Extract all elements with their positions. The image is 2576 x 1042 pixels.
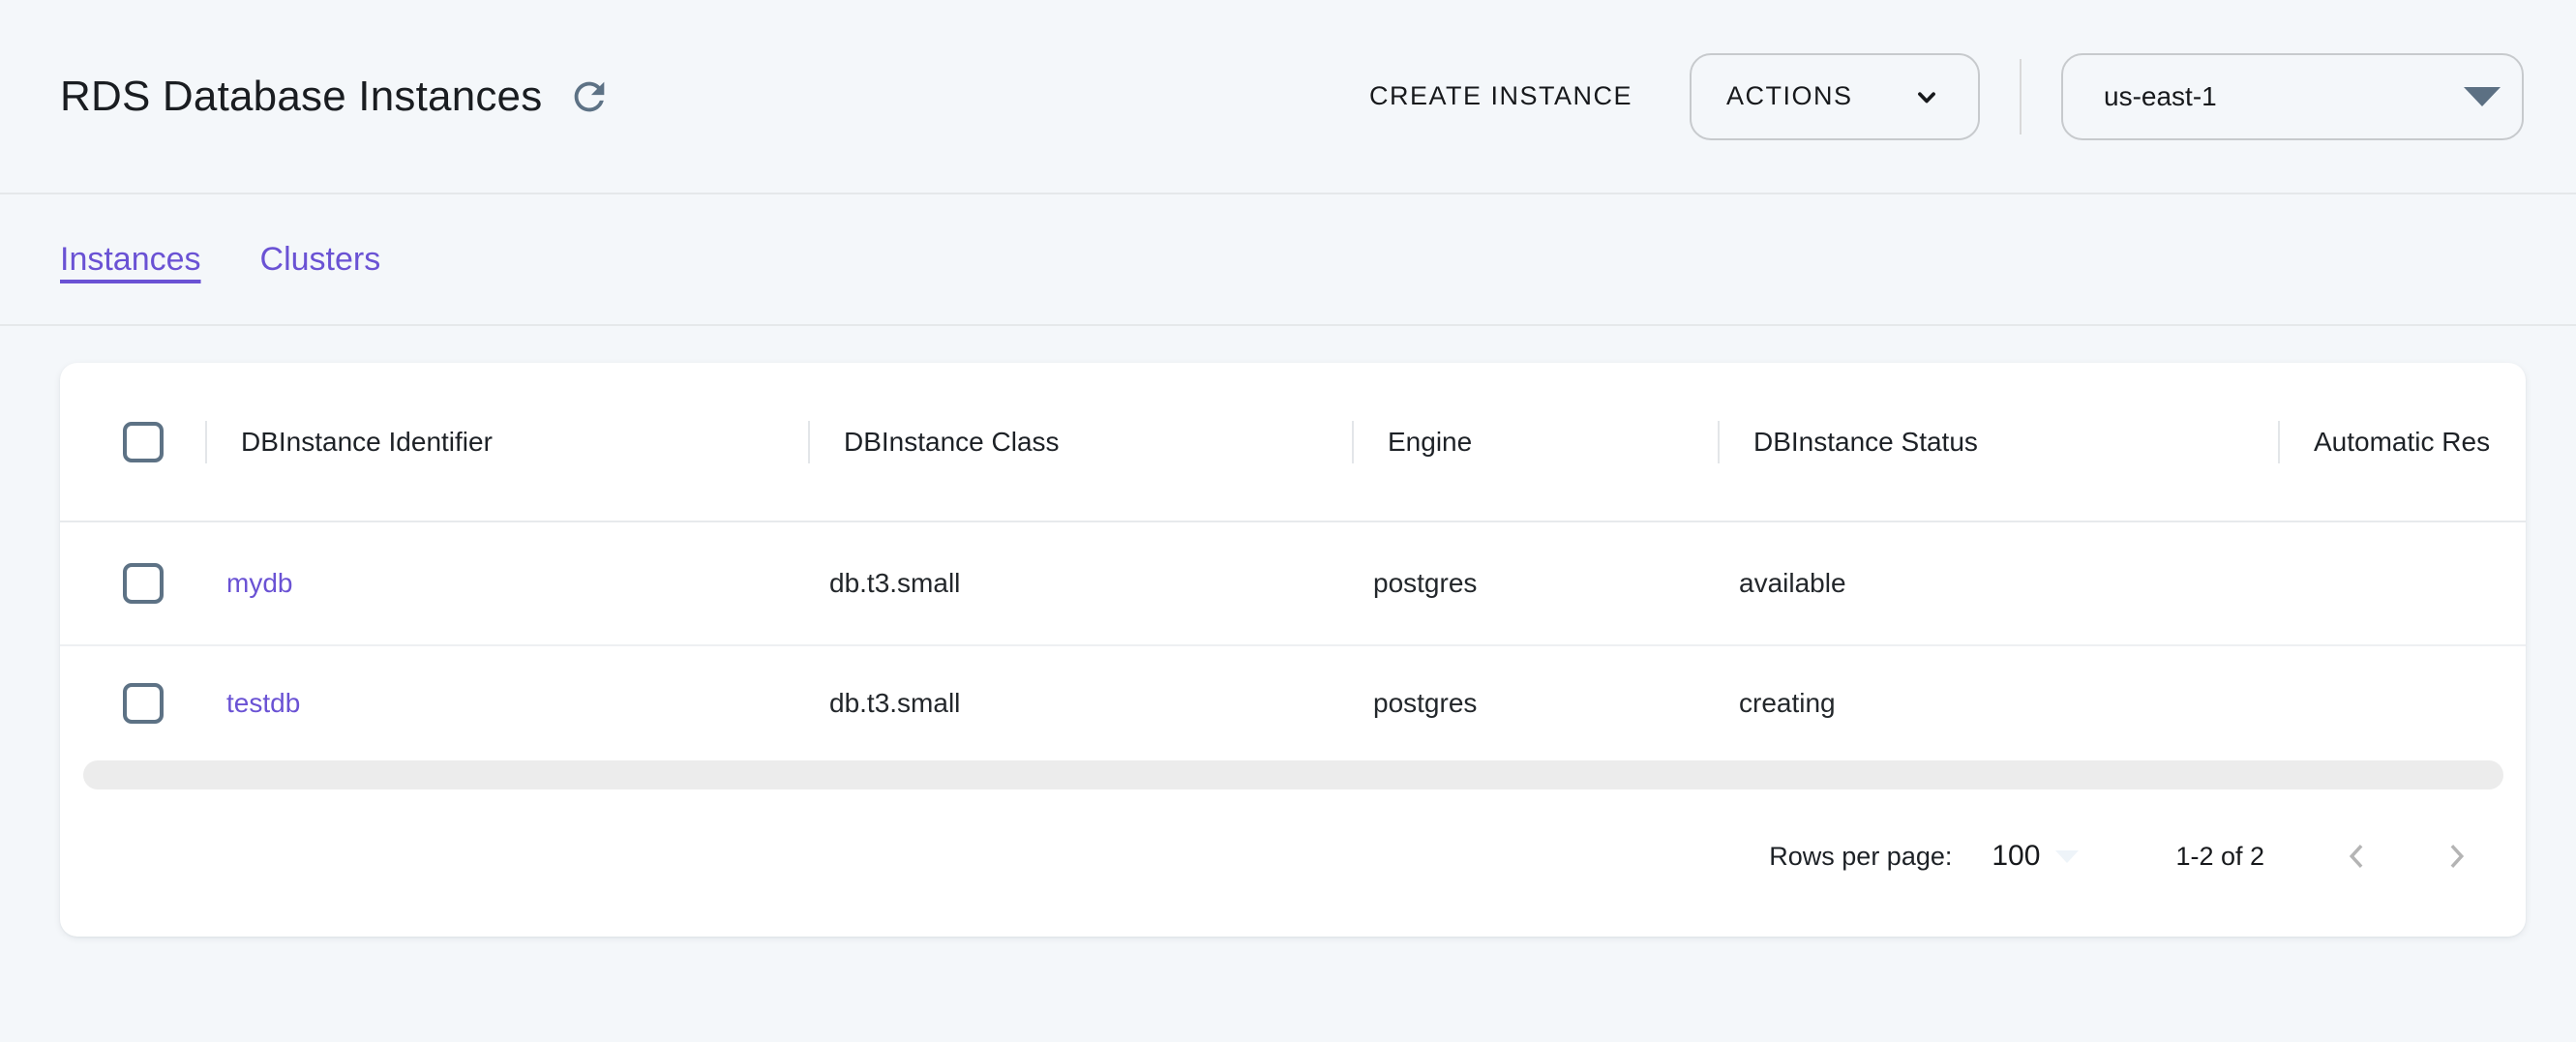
instances-table-card: DBInstance Identifier DBInstance Class E…: [60, 363, 2526, 937]
horizontal-scrollbar-track: [60, 760, 2526, 789]
caret-down-icon: [2055, 850, 2079, 863]
column-header-dbinstance-class: DBInstance Class: [808, 419, 1352, 465]
previous-page-button[interactable]: [2338, 838, 2375, 875]
cell-dbinstance-status: available: [1718, 568, 2278, 599]
cell-dbinstance-class: db.t3.small: [808, 688, 1352, 719]
horizontal-scrollbar[interactable]: [83, 760, 2503, 789]
chevron-left-icon: [2338, 838, 2375, 875]
cell-dbinstance-class: db.t3.small: [808, 568, 1352, 599]
tabbar: Instances Clusters: [0, 194, 2576, 326]
select-all-checkbox[interactable]: [123, 422, 164, 462]
actions-button[interactable]: ACTIONS: [1690, 53, 1980, 140]
column-header-dbinstance-identifier: DBInstance Identifier: [205, 419, 808, 465]
row-checkbox[interactable]: [123, 683, 164, 724]
topbar: RDS Database Instances CREATE INSTANCE A…: [0, 0, 2576, 194]
chevron-right-icon: [2439, 838, 2475, 875]
row-checkbox[interactable]: [123, 563, 164, 604]
table-header-row: DBInstance Identifier DBInstance Class E…: [60, 363, 2526, 522]
rows-per-page-select[interactable]: 100: [1992, 840, 2079, 873]
table-row: mydb db.t3.small postgres available: [60, 522, 2526, 646]
actions-button-label: ACTIONS: [1726, 81, 1910, 111]
cell-engine: postgres: [1352, 568, 1718, 599]
tab-clusters[interactable]: Clusters: [260, 241, 381, 279]
column-header-automatic-res: Automatic Res: [2278, 419, 2526, 465]
cell-identifier: mydb: [205, 568, 808, 599]
caret-down-icon: [2464, 87, 2501, 106]
column-header-engine: Engine: [1352, 419, 1718, 465]
pagination-bar: Rows per page: 100 1-2 of 2: [60, 789, 2526, 937]
page-range-label: 1-2 of 2: [2175, 842, 2264, 872]
rows-per-page-label: Rows per page:: [1769, 842, 1952, 872]
region-select-value: us-east-1: [2104, 81, 2217, 112]
toolbar-divider: [2020, 59, 2022, 134]
chevron-down-icon: [1910, 80, 1943, 113]
refresh-icon: [567, 74, 612, 119]
table-row: testdb db.t3.small postgres creating: [60, 646, 2526, 760]
instance-link-testdb[interactable]: testdb: [226, 688, 300, 718]
rows-per-page-value: 100: [1992, 840, 2040, 873]
cell-identifier: testdb: [205, 688, 808, 719]
cell-engine: postgres: [1352, 688, 1718, 719]
page-title: RDS Database Instances: [60, 73, 542, 121]
refresh-button[interactable]: [567, 74, 612, 119]
next-page-button[interactable]: [2439, 838, 2475, 875]
create-instance-button[interactable]: CREATE INSTANCE: [1369, 81, 1632, 111]
cell-dbinstance-status: creating: [1718, 688, 2278, 719]
tab-instances[interactable]: Instances: [60, 241, 201, 279]
region-select[interactable]: us-east-1: [2061, 53, 2524, 140]
header-checkbox-cell: [60, 422, 205, 462]
instance-link-mydb[interactable]: mydb: [226, 568, 292, 598]
column-header-dbinstance-status: DBInstance Status: [1718, 419, 2278, 465]
row-checkbox-cell: [60, 683, 205, 724]
row-checkbox-cell: [60, 563, 205, 604]
